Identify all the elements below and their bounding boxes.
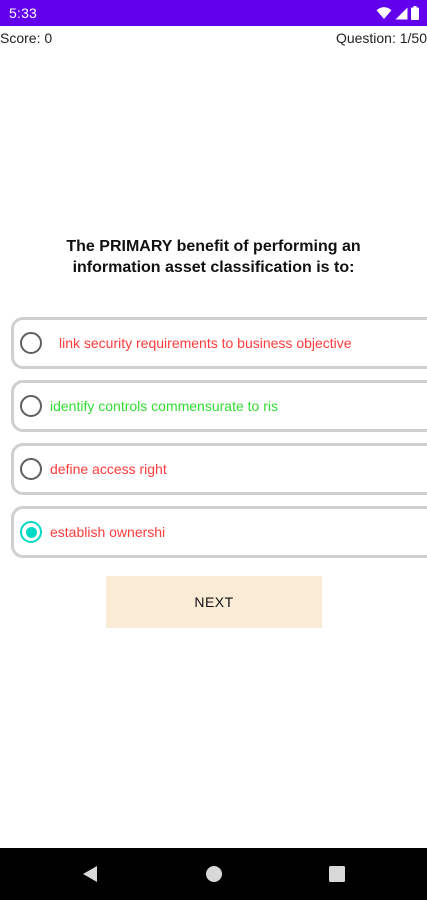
option-2[interactable]: identify controls commensurate to ris (11, 380, 427, 432)
option-label: link security requirements to business o… (59, 335, 352, 351)
question-text: The PRIMARY benefit of performing an inf… (66, 238, 361, 276)
radio-button[interactable] (20, 458, 42, 480)
option-3[interactable]: define access right (11, 443, 427, 495)
next-button[interactable]: NEXT (106, 576, 322, 628)
status-icons (376, 6, 419, 20)
status-bar: 5:33 (0, 0, 427, 26)
option-1[interactable]: link security requirements to business o… (11, 317, 427, 369)
status-time: 5:33 (9, 5, 38, 21)
option-label: establish ownershi (50, 524, 166, 540)
option-label: identify controls commensurate to ris (50, 398, 278, 414)
score-label: Score: 0 (0, 30, 53, 46)
recents-icon[interactable] (329, 865, 345, 888)
question-counter: Question: 1/50 (335, 30, 427, 46)
home-icon[interactable] (205, 865, 223, 888)
option-label: define access right (50, 461, 167, 477)
wifi-icon (376, 6, 392, 20)
signal-icon (395, 7, 408, 20)
radio-button[interactable] (20, 395, 42, 417)
navigation-bar (0, 848, 427, 900)
battery-icon (411, 6, 419, 20)
radio-button[interactable] (20, 332, 42, 354)
radio-button-selected[interactable] (20, 521, 42, 543)
back-icon[interactable] (82, 865, 98, 888)
option-4[interactable]: establish ownershi (11, 506, 427, 558)
